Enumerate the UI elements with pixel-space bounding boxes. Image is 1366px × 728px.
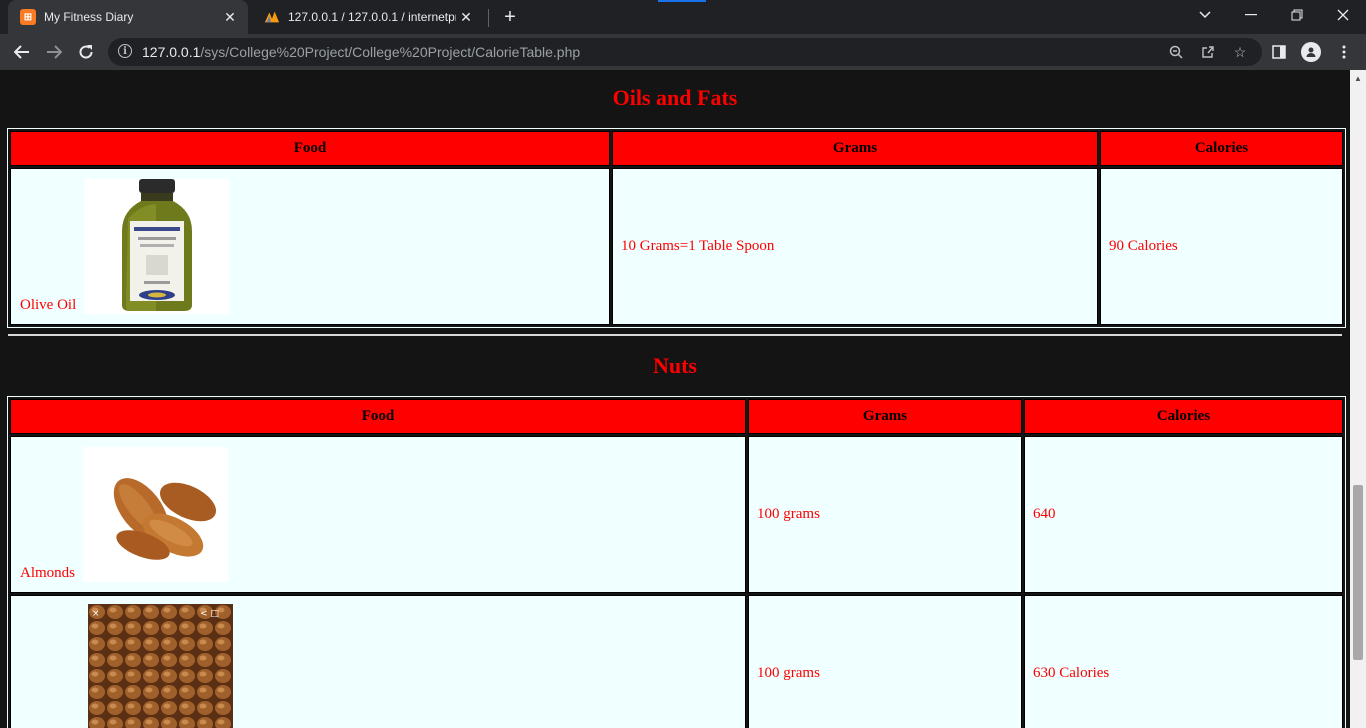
table-header-row: Food Grams Calories (10, 399, 1343, 434)
menu-kebab-icon[interactable] (1332, 40, 1356, 64)
new-tab-icon[interactable]: + (498, 5, 522, 29)
calories-cell: 640 (1024, 436, 1343, 593)
olive-oil-image (84, 179, 229, 314)
close-tab-icon[interactable]: ✕ (220, 7, 240, 27)
forward-arrow-icon[interactable] (40, 38, 68, 66)
address-bar[interactable]: i 127.0.0.1/sys/College%20Project/Colleg… (108, 38, 1262, 66)
table-row: Almonds 100 grams 640 (10, 436, 1343, 593)
table-row: Olive Oil 10 Grams=1 Table Spoon 90 Calo… (10, 168, 1343, 325)
oils-table: Food Grams Calories Olive Oil 10 Grams=1… (7, 128, 1346, 328)
grams-cell: 100 grams (748, 595, 1022, 728)
grams-cell: 10 Grams=1 Table Spoon (612, 168, 1098, 325)
section-divider (8, 334, 1342, 336)
scrollbar-thumb[interactable] (1353, 485, 1363, 660)
column-header-calories: Calories (1024, 399, 1343, 434)
scroll-up-arrow-icon[interactable]: ▲ (1350, 70, 1366, 86)
column-header-grams: Grams (748, 399, 1022, 434)
svg-text:×: × (92, 609, 100, 619)
column-header-grams: Grams (612, 131, 1098, 166)
column-header-calories: Calories (1100, 131, 1343, 166)
minimize-icon[interactable] (1228, 0, 1274, 30)
column-header-food: Food (10, 399, 746, 434)
calories-cell: 630 Calories (1024, 595, 1343, 728)
tab-separator (488, 9, 489, 27)
reload-icon[interactable] (72, 38, 100, 66)
food-name: Almonds (20, 565, 76, 581)
nuts-table: Food Grams Calories Almonds 100 grams 64… (7, 396, 1346, 728)
food-cell: × < □ (10, 595, 746, 728)
column-header-food: Food (10, 131, 610, 166)
tab-title: 127.0.0.1 / 127.0.0.1 / internetpro (288, 10, 456, 24)
zoom-icon[interactable] (1166, 42, 1186, 62)
profile-avatar-icon[interactable] (1299, 40, 1323, 64)
page-viewport: Oils and Fats Food Grams Calories Olive … (0, 70, 1350, 728)
phpmyadmin-icon (264, 9, 280, 25)
section-heading-nuts: Nuts (652, 353, 697, 378)
section-heading-oils: Oils and Fats (612, 85, 738, 110)
calories-cell: 90 Calories (1100, 168, 1343, 325)
close-tab-icon[interactable]: ✕ (456, 7, 476, 27)
side-panel-icon[interactable] (1267, 40, 1291, 64)
close-window-icon[interactable] (1320, 0, 1366, 30)
vertical-scrollbar[interactable]: ▲ (1350, 70, 1366, 728)
grams-cell: 100 grams (748, 436, 1022, 593)
accent-indicator (658, 0, 706, 2)
tab-strip: ⊞ My Fitness Diary ✕ 127.0.0.1 / 127.0.0… (0, 0, 1366, 34)
almonds-image (83, 447, 228, 582)
food-name: Olive Oil (20, 297, 77, 313)
hazelnuts-image: × < □ (88, 604, 233, 728)
back-arrow-icon[interactable] (8, 38, 36, 66)
food-cell: Almonds (10, 436, 746, 593)
tab-my-fitness-diary[interactable]: ⊞ My Fitness Diary ✕ (8, 0, 248, 34)
tab-title: My Fitness Diary (44, 10, 134, 24)
site-info-icon[interactable]: i (118, 44, 132, 58)
tab-phpmyadmin[interactable]: 127.0.0.1 / 127.0.0.1 / internetpro ✕ (252, 0, 484, 34)
restore-icon[interactable] (1274, 0, 1320, 30)
svg-text:< □: < □ (200, 609, 219, 619)
tab-search-icon[interactable] (1182, 0, 1228, 30)
food-cell: Olive Oil (10, 168, 610, 325)
bookmark-star-icon[interactable]: ☆ (1230, 42, 1250, 62)
share-icon[interactable] (1198, 42, 1218, 62)
table-row: × < □ 100 grams 630 Calories (10, 595, 1343, 728)
xampp-icon: ⊞ (20, 9, 36, 25)
browser-toolbar: i 127.0.0.1/sys/College%20Project/Colleg… (0, 34, 1366, 70)
table-header-row: Food Grams Calories (10, 131, 1343, 166)
url-text[interactable]: 127.0.0.1/sys/College%20Project/College%… (142, 44, 580, 60)
